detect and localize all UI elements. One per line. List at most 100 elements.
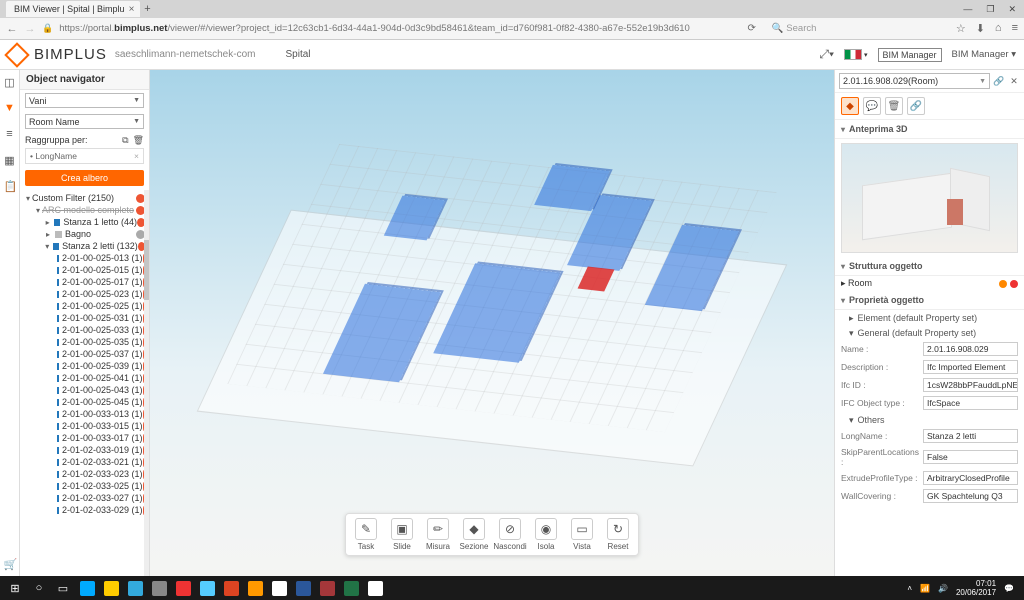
nav-back-icon[interactable]: ← — [6, 23, 18, 35]
delete-icon[interactable]: 🗑 — [133, 135, 144, 146]
tab-close-icon[interactable]: × — [129, 4, 135, 15]
notifications-icon[interactable]: 💬 — [1004, 584, 1014, 593]
taskbar-app[interactable] — [196, 578, 218, 598]
taskbar-app[interactable] — [124, 578, 146, 598]
tree-item[interactable]: 2-01-00-033-013 (1) — [20, 408, 149, 420]
tree-item[interactable]: 2-01-02-033-023 (1) — [20, 468, 149, 480]
user-menu[interactable]: BIM Manager ▾ — [952, 49, 1016, 60]
create-tree-button[interactable]: Crea albero — [25, 170, 144, 186]
rail-cart-icon[interactable]: 🛒 — [4, 558, 16, 570]
tree-item[interactable]: 2-01-00-025-045 (1) — [20, 396, 149, 408]
property-value[interactable]: False — [923, 450, 1018, 464]
tree-item[interactable]: 2-01-00-025-017 (1) — [20, 276, 149, 288]
select-attribute[interactable]: Room Name▼ — [25, 114, 144, 129]
tool-measure[interactable]: ✏Misura — [420, 518, 456, 551]
tree-category[interactable]: ▸Bagno — [20, 228, 149, 240]
property-value[interactable]: GK Spachtelung Q3 — [923, 489, 1018, 503]
breadcrumb-team[interactable]: saeschlimann-nemetschek-com — [115, 49, 256, 60]
rail-cube-icon[interactable]: ◫ — [4, 76, 16, 88]
taskbar-app[interactable] — [268, 578, 290, 598]
tree-model[interactable]: ▾ARC modello completo — [20, 204, 149, 216]
taskbar-app[interactable] — [148, 578, 170, 598]
tree-item[interactable]: 2-01-00-025-035 (1) — [20, 336, 149, 348]
structure-item[interactable]: ▸ Room — [835, 276, 1024, 291]
tree-item[interactable]: 2-01-00-025-015 (1) — [20, 264, 149, 276]
tool-reset[interactable]: ↻Reset — [600, 518, 636, 551]
tree-root[interactable]: ▾Custom Filter (2150) — [20, 192, 149, 204]
app-logo[interactable]: BIMPLUS — [8, 46, 107, 64]
tree-item[interactable]: 2-01-00-025-037 (1) — [20, 348, 149, 360]
start-button[interactable]: ⊞ — [4, 578, 26, 598]
tree-item[interactable]: 2-01-00-025-025 (1) — [20, 300, 149, 312]
tree-category[interactable]: ▸Stanza 1 letto (44) — [20, 216, 149, 228]
taskbar-app[interactable] — [316, 578, 338, 598]
new-tab-button[interactable]: + — [140, 3, 154, 15]
window-restore-icon[interactable]: ❐ — [986, 4, 994, 15]
section-preview-header[interactable]: ▾Anteprima 3D — [841, 124, 1018, 134]
mode-link[interactable]: 🔗 — [907, 97, 925, 115]
tool-view[interactable]: ▭Vista — [564, 518, 600, 551]
group-chip[interactable]: • LongName× — [25, 148, 144, 164]
taskbar-app[interactable] — [76, 578, 98, 598]
tree-item[interactable]: 2-01-00-025-041 (1) — [20, 372, 149, 384]
tree-item[interactable]: 2-01-00-033-015 (1) — [20, 420, 149, 432]
rail-filter-icon[interactable]: ▼ — [4, 102, 16, 114]
address-bar[interactable]: https://portal.bimplus.net/viewer/#/view… — [59, 23, 690, 34]
lock-icon[interactable]: 🔒 — [42, 23, 53, 34]
select-discipline[interactable]: Vani▼ — [25, 93, 144, 108]
tray-volume-icon[interactable]: 🔊 — [938, 584, 948, 593]
property-value[interactable]: ArbitraryClosedProfile — [923, 471, 1018, 485]
section-structure-header[interactable]: ▾Struttura oggetto — [841, 261, 1018, 271]
reload-icon[interactable]: ⟳ — [747, 23, 755, 34]
taskbar-app[interactable] — [244, 578, 266, 598]
mode-highlight[interactable]: ◆ — [841, 97, 859, 115]
tree-item[interactable]: 2-01-00-025-013 (1) — [20, 252, 149, 264]
cortana-icon[interactable]: ○ — [28, 578, 50, 598]
tool-section[interactable]: ◆Sezione — [456, 518, 492, 551]
mode-comment[interactable]: 💬 — [863, 97, 881, 115]
subsection-element[interactable]: ▸Element (default Property set) — [835, 310, 1024, 325]
tree-item[interactable]: 2-01-00-025-043 (1) — [20, 384, 149, 396]
tree-item[interactable]: 2-01-00-025-033 (1) — [20, 324, 149, 336]
tree-item[interactable]: 2-01-02-033-025 (1) — [20, 480, 149, 492]
property-value[interactable]: Stanza 2 letti — [923, 429, 1018, 443]
tray-up-icon[interactable]: ˄ — [907, 584, 912, 593]
tree-item[interactable]: 2-01-00-025-031 (1) — [20, 312, 149, 324]
preview-3d[interactable] — [841, 143, 1018, 253]
taskbar-app[interactable] — [292, 578, 314, 598]
section-props-header[interactable]: ▾Proprietà oggetto — [841, 295, 1018, 305]
tree-item[interactable]: 2-01-00-025-023 (1) — [20, 288, 149, 300]
selection-input[interactable]: 2.01.16.908.029(Room)▼ — [839, 73, 990, 89]
chip-remove-icon[interactable]: × — [134, 151, 139, 161]
tray-network-icon[interactable]: 📶 — [920, 584, 930, 593]
tree-scrollbar[interactable] — [144, 190, 149, 576]
home-icon[interactable]: ⌂ — [995, 22, 1002, 35]
property-value[interactable]: IfcSpace — [923, 396, 1018, 410]
download-icon[interactable]: ⬇ — [976, 22, 985, 35]
viewport-3d[interactable]: ✎Task ▣Slide ✏Misura ◆Sezione ⊘Nascondi … — [150, 70, 834, 576]
property-value[interactable]: 1csW28bbPFauddLpNE... — [923, 378, 1018, 392]
taskbar-app[interactable] — [220, 578, 242, 598]
rail-objects-icon[interactable]: ▦ — [4, 154, 16, 166]
language-selector[interactable]: ▾ — [844, 49, 868, 60]
tree-item[interactable]: 2-01-02-033-027 (1) — [20, 492, 149, 504]
expand-icon[interactable]: ⤢▾ — [819, 47, 834, 62]
tool-task[interactable]: ✎Task — [348, 518, 384, 551]
taskbar-app[interactable] — [172, 578, 194, 598]
subsection-general[interactable]: ▾General (default Property set) — [835, 325, 1024, 340]
rail-clipboard-icon[interactable]: 📋 — [4, 180, 16, 192]
menu-icon[interactable]: ≡ — [1012, 22, 1018, 35]
taskbar-app[interactable] — [364, 578, 386, 598]
browser-tab[interactable]: BIM Viewer | Spital | Bimplu × — [6, 1, 140, 17]
tree-item[interactable]: 2-01-00-025-039 (1) — [20, 360, 149, 372]
tree-category[interactable]: ▾Stanza 2 letti (132) — [20, 240, 149, 252]
property-value[interactable]: Ifc Imported Element — [923, 360, 1018, 374]
copy-icon[interactable]: ⧉ — [122, 135, 128, 146]
tool-hide[interactable]: ⊘Nascondi — [492, 518, 528, 551]
window-minimize-icon[interactable]: — — [963, 4, 972, 15]
close-panel-icon[interactable]: ✕ — [1008, 76, 1020, 87]
breadcrumb-project[interactable]: Spital — [285, 49, 310, 60]
tree-item[interactable]: 2-01-02-033-029 (1) — [20, 504, 149, 516]
tree-item[interactable]: 2-01-02-033-019 (1) — [20, 444, 149, 456]
tool-slide[interactable]: ▣Slide — [384, 518, 420, 551]
